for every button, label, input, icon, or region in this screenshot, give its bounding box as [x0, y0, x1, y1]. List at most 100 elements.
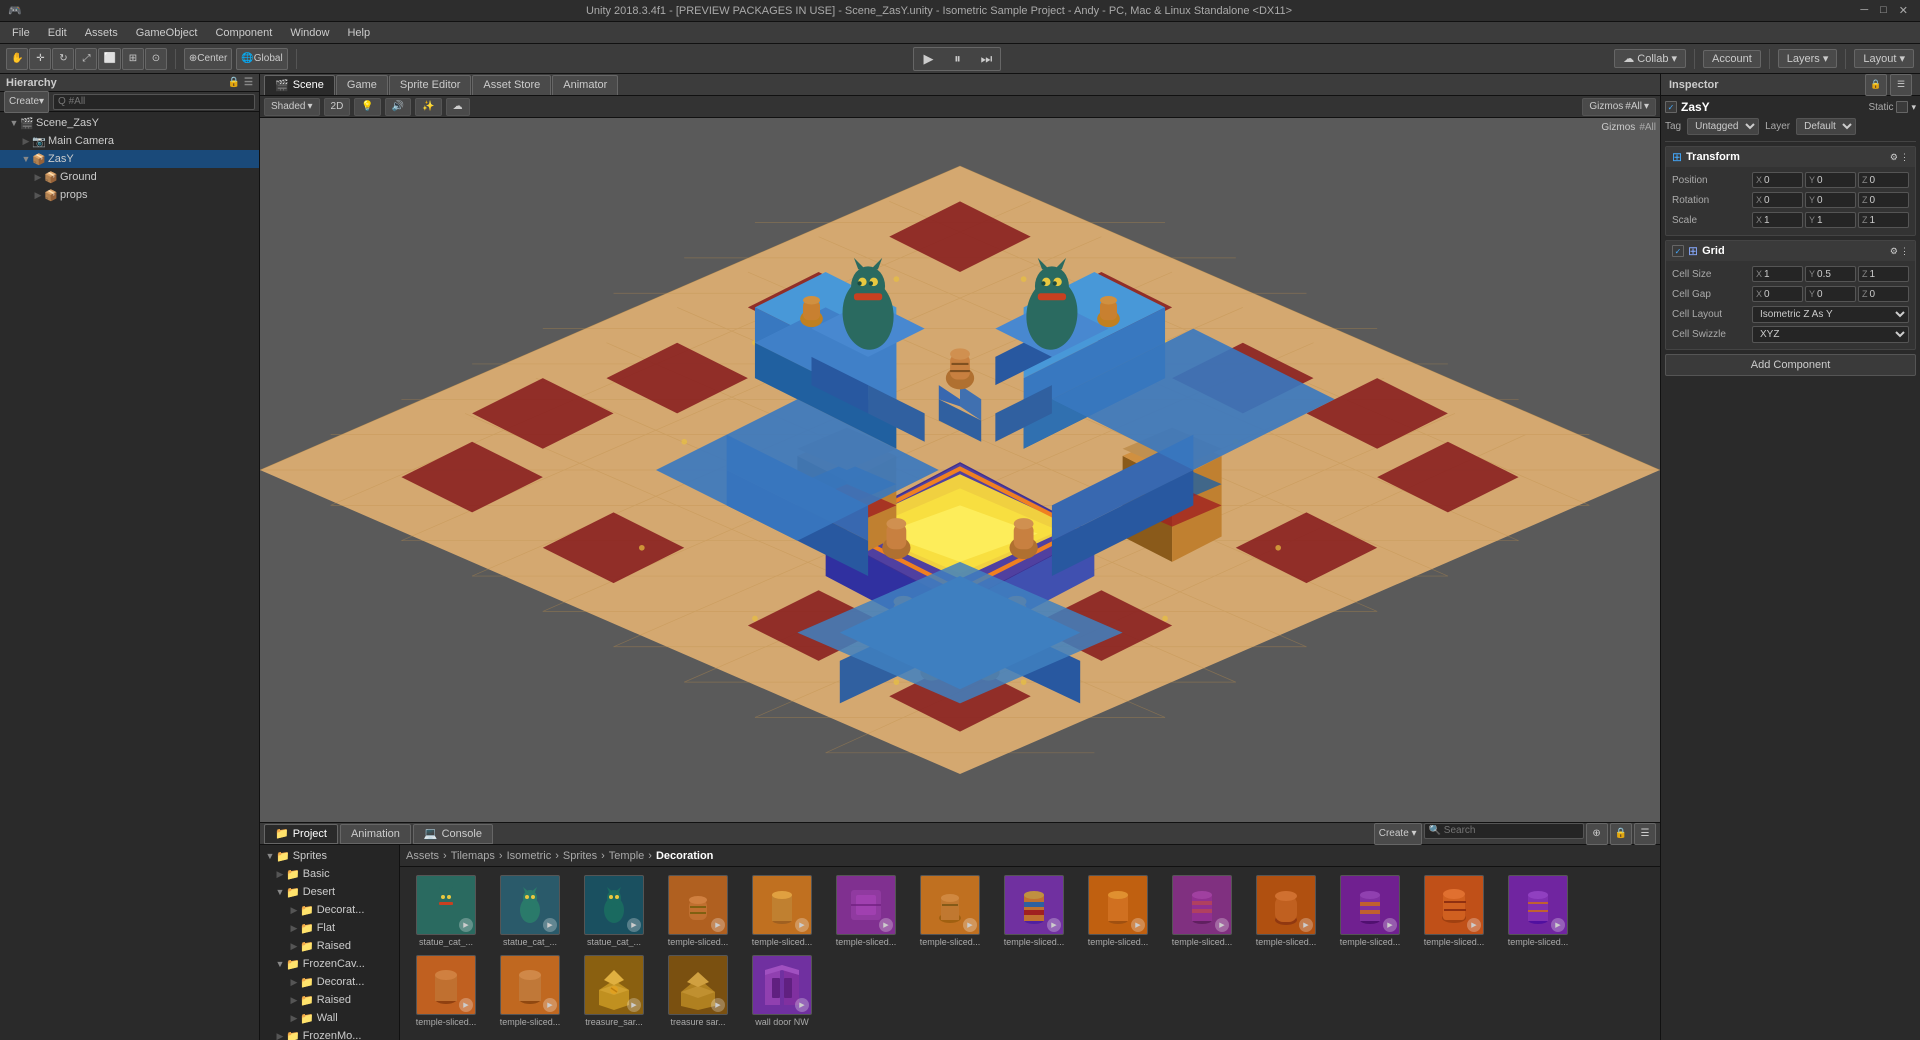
tab-console[interactable]: 💻 Console — [413, 824, 493, 844]
minimize-btn[interactable]: ─ — [1856, 4, 1872, 17]
play-overlay[interactable]: ▶ — [1383, 918, 1397, 932]
tree-raised-1[interactable]: ▶ 📁 Raised — [260, 937, 399, 955]
asset-wall-door-nw[interactable]: ▶ wall door NW — [742, 953, 822, 1029]
tool-custom[interactable]: ⊙ — [145, 48, 167, 70]
menu-assets[interactable]: Assets — [77, 25, 126, 41]
collab-button[interactable]: ☁ Collab ▾ — [1614, 49, 1686, 68]
pos-x-field[interactable]: X 0 — [1752, 172, 1803, 188]
play-overlay[interactable]: ▶ — [963, 918, 977, 932]
bottom-options-btn[interactable]: ⊕ — [1586, 823, 1608, 845]
play-overlay[interactable]: ▶ — [1215, 918, 1229, 932]
add-component-button[interactable]: Add Component — [1665, 354, 1916, 376]
shading-mode-btn[interactable]: Shaded ▾ — [264, 98, 320, 116]
tree-raised-2[interactable]: ▶ 📁 Raised — [260, 991, 399, 1009]
scene-viewport[interactable]: Gizmos #All — [260, 118, 1660, 822]
hierarchy-search-input[interactable] — [53, 94, 255, 110]
scl-y-field[interactable]: Y 1 — [1805, 212, 1856, 228]
cs-z-field[interactable]: Z 1 — [1858, 266, 1909, 282]
asset-temple-6[interactable]: ▶ temple-sliced... — [1078, 873, 1158, 949]
cell-layout-select[interactable]: Isometric Z As Y — [1752, 306, 1909, 323]
2d-mode-btn[interactable]: 2D — [324, 98, 351, 116]
asset-temple-9[interactable]: ▶ temple-sliced... — [1330, 873, 1410, 949]
menu-gameobject[interactable]: GameObject — [128, 25, 206, 41]
hierarchy-menu-icon[interactable]: ☰ — [244, 77, 253, 88]
tool-scale[interactable]: ⤢ — [75, 48, 97, 70]
asset-treasure-sar[interactable]: ▶ treasure_sar... — [574, 953, 654, 1029]
hierarchy-create-btn[interactable]: Create ▾ — [4, 91, 49, 113]
bottom-menu-btn[interactable]: ☰ — [1634, 823, 1656, 845]
tab-asset-store[interactable]: Asset Store — [472, 75, 551, 95]
tree-item-zasy[interactable]: ▼ 📦 ZasY — [0, 150, 259, 168]
tree-basic[interactable]: ▶ 📁 Basic — [260, 865, 399, 883]
maximize-btn[interactable]: □ — [1876, 4, 1891, 17]
tree-item-main-camera[interactable]: ▶ 📷 Main Camera — [0, 132, 259, 150]
asset-temple-2[interactable]: ▶ temple-sliced... — [742, 873, 822, 949]
tree-wall[interactable]: ▶ 📁 Wall — [260, 1009, 399, 1027]
tool-rect[interactable]: ⬜ — [98, 48, 120, 70]
play-overlay[interactable]: ▶ — [795, 998, 809, 1012]
asset-temple-5[interactable]: ▶ temple-sliced... — [994, 873, 1074, 949]
tool-move[interactable]: ✛ — [29, 48, 51, 70]
play-overlay[interactable]: ▶ — [711, 918, 725, 932]
pos-y-field[interactable]: Y 0 — [1805, 172, 1856, 188]
cs-x-field[interactable]: X 1 — [1752, 266, 1803, 282]
asset-temple-8[interactable]: ▶ temple-sliced... — [1246, 873, 1326, 949]
menu-file[interactable]: File — [4, 25, 38, 41]
cell-swizzle-select[interactable]: XYZ — [1752, 326, 1909, 343]
play-overlay[interactable]: ▶ — [627, 998, 641, 1012]
transform-menu-icon[interactable]: ⋮ — [1900, 152, 1909, 163]
tree-item-scene[interactable]: ▼ 🎬 Scene_ZasY — [0, 114, 259, 132]
asset-temple-3[interactable]: ▶ temple-sliced... — [826, 873, 906, 949]
tab-scene[interactable]: 🎬 Scene — [264, 75, 335, 95]
rot-z-field[interactable]: Z 0 — [1858, 192, 1909, 208]
grid-menu-icon[interactable]: ⋮ — [1900, 246, 1909, 257]
asset-statue-cat-1[interactable]: ▶ statue_cat_... — [406, 873, 486, 949]
static-checkbox[interactable] — [1896, 101, 1908, 113]
bottom-create-btn[interactable]: Create ▾ — [1374, 823, 1422, 845]
cs-y-field[interactable]: Y 0.5 — [1805, 266, 1856, 282]
transform-settings-icon[interactable]: ⚙ — [1890, 152, 1898, 163]
asset-temple-10[interactable]: ▶ temple-sliced... — [1414, 873, 1494, 949]
tag-select[interactable]: Untagged — [1687, 118, 1759, 135]
tree-desert[interactable]: ▼ 📁 Desert — [260, 883, 399, 901]
static-dropdown-icon[interactable]: ▾ — [1911, 102, 1916, 113]
grid-header[interactable]: ✓ ⊞ Grid ⚙ ⋮ — [1666, 241, 1915, 261]
bottom-lock-btn[interactable]: 🔒 — [1610, 823, 1632, 845]
tree-sprites[interactable]: ▼ 📁 Sprites — [260, 847, 399, 865]
asset-temple-7[interactable]: ▶ temple-sliced... — [1162, 873, 1242, 949]
account-button[interactable]: Account — [1703, 50, 1761, 68]
play-overlay[interactable]: ▶ — [459, 998, 473, 1012]
play-overlay[interactable]: ▶ — [543, 998, 557, 1012]
play-button[interactable]: ▶ — [914, 48, 942, 70]
scene-expand-arrow[interactable]: ▼ — [8, 118, 20, 128]
cg-z-field[interactable]: Z 0 — [1858, 286, 1909, 302]
tool-hand[interactable]: ✋ — [6, 48, 28, 70]
layer-select[interactable]: Default — [1796, 118, 1856, 135]
play-overlay[interactable]: ▶ — [1131, 918, 1145, 932]
pivot-global-btn[interactable]: 🌐 Global — [236, 48, 287, 70]
inspector-lock-btn[interactable]: 🔒 — [1865, 74, 1887, 96]
grid-settings-icon[interactable]: ⚙ — [1890, 246, 1898, 257]
play-overlay[interactable]: ▶ — [543, 918, 557, 932]
asset-temple-13[interactable]: ▶ temple-sliced... — [490, 953, 570, 1029]
tab-game[interactable]: Game — [336, 75, 388, 95]
hierarchy-lock-icon[interactable]: 🔒 — [228, 77, 240, 88]
rot-y-field[interactable]: Y 0 — [1805, 192, 1856, 208]
play-overlay[interactable]: ▶ — [459, 918, 473, 932]
layers-button[interactable]: Layers ▾ — [1778, 49, 1838, 68]
menu-window[interactable]: Window — [282, 25, 337, 41]
close-btn[interactable]: ✕ — [1895, 4, 1912, 17]
step-button[interactable]: ⏭ — [972, 48, 1000, 70]
sky-btn[interactable]: ☁ — [446, 98, 470, 116]
audio-btn[interactable]: 🔊 — [385, 98, 411, 116]
tree-flat-1[interactable]: ▶ 📁 Flat — [260, 919, 399, 937]
asset-statue-cat-3[interactable]: ▶ statue_cat_... — [574, 873, 654, 949]
asset-search-input[interactable] — [1424, 823, 1584, 839]
rot-x-field[interactable]: X 0 — [1752, 192, 1803, 208]
tree-item-ground[interactable]: ▶ 📦 Ground — [0, 168, 259, 186]
inspector-menu-btn[interactable]: ☰ — [1890, 74, 1912, 96]
fx-btn[interactable]: ✨ — [415, 98, 441, 116]
scl-z-field[interactable]: Z 1 — [1858, 212, 1909, 228]
tree-frozencav[interactable]: ▼ 📁 FrozenCav... — [260, 955, 399, 973]
play-overlay[interactable]: ▶ — [711, 998, 725, 1012]
